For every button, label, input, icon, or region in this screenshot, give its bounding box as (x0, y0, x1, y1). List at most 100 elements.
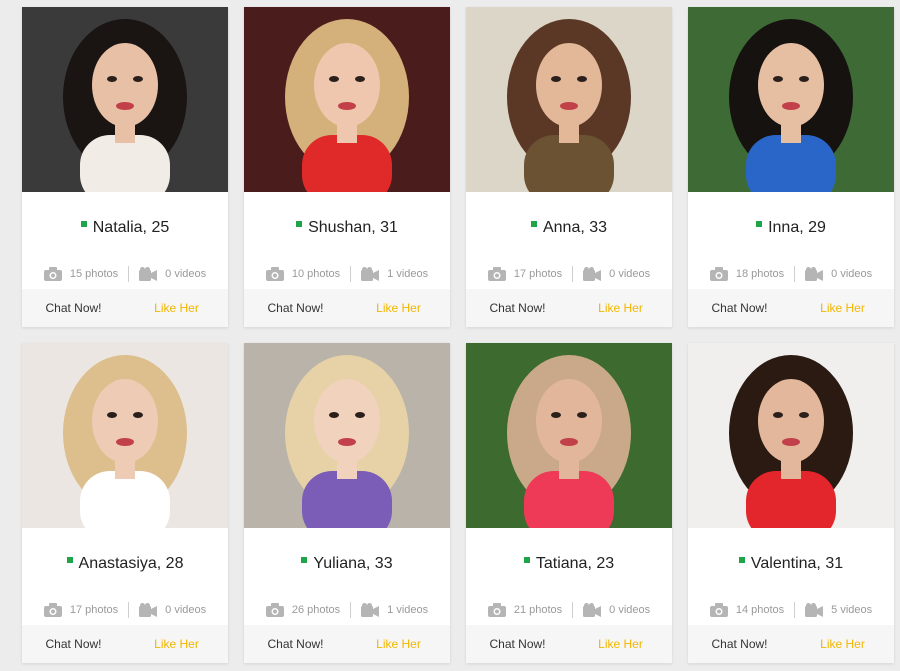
photos-count[interactable]: 18 photos (709, 267, 785, 281)
chat-now-button[interactable]: Chat Now! (688, 637, 791, 651)
profile-name-row: Anna, 33 (466, 192, 672, 264)
chat-now-button[interactable]: Chat Now! (244, 637, 347, 651)
profile-photo-art (244, 343, 450, 528)
videos-count[interactable]: 0 videos (139, 267, 206, 281)
videos-count[interactable]: 1 videos (361, 267, 428, 281)
photos-count-label: 17 photos (513, 268, 563, 280)
profile-photo[interactable] (22, 343, 228, 528)
videos-count[interactable]: 0 videos (583, 267, 650, 281)
videos-count[interactable]: 0 videos (583, 603, 650, 617)
card-actions: Chat Now! Like Her (22, 625, 228, 663)
like-her-button[interactable]: Like Her (125, 301, 228, 315)
profile-photo[interactable] (466, 7, 672, 192)
online-status-dot (80, 221, 87, 227)
profile-card[interactable]: Valentina, 31 14 photos 5 videos Chat No… (688, 343, 894, 663)
profile-photo-art (466, 343, 672, 528)
photos-count-label: 18 photos (735, 268, 785, 280)
like-her-button[interactable]: Like Her (347, 301, 450, 315)
photos-count[interactable]: 10 photos (265, 267, 341, 281)
chat-now-button[interactable]: Chat Now! (22, 637, 125, 651)
online-status-dot (66, 557, 73, 563)
photos-count-label: 26 photos (291, 604, 341, 616)
profile-photo[interactable] (688, 343, 894, 528)
chat-now-button[interactable]: Chat Now! (22, 301, 125, 315)
profile-card[interactable]: Anastasiya, 28 17 photos 0 videos Chat N… (22, 343, 228, 663)
profile-name-row: Tatiana, 23 (466, 528, 672, 600)
profile-card[interactable]: Natalia, 25 15 photos 0 videos Chat Now!… (22, 7, 228, 327)
profile-name-age[interactable]: Inna, 29 (768, 219, 826, 237)
profile-card[interactable]: Inna, 29 18 photos 0 videos Chat Now! Li… (688, 7, 894, 327)
camera-icon (43, 603, 62, 617)
profile-card[interactable]: Yuliana, 33 26 photos 1 videos Chat Now!… (244, 343, 450, 663)
videos-count[interactable]: 1 videos (361, 603, 428, 617)
profile-name-age[interactable]: Anna, 33 (543, 219, 607, 237)
profile-name-age[interactable]: Natalia, 25 (93, 219, 170, 237)
photos-count[interactable]: 15 photos (43, 267, 118, 281)
like-her-button[interactable]: Like Her (569, 301, 672, 315)
photos-count[interactable]: 26 photos (265, 603, 341, 617)
camera-icon (43, 267, 62, 281)
profile-name-age[interactable]: Tatiana, 23 (536, 555, 614, 573)
camera-icon (265, 267, 284, 281)
photos-count[interactable]: 14 photos (709, 603, 785, 617)
profile-photo-art (22, 343, 228, 528)
card-actions: Chat Now! Like Her (244, 625, 450, 663)
profiles-grid: Natalia, 25 15 photos 0 videos Chat Now!… (0, 0, 900, 671)
profile-name-row: Yuliana, 33 (244, 528, 450, 600)
profile-media-stats: 21 photos 0 videos (466, 600, 672, 620)
profile-photo[interactable] (244, 343, 450, 528)
profile-card[interactable]: Tatiana, 23 21 photos 0 videos Chat Now!… (466, 343, 672, 663)
profile-name-age[interactable]: Valentina, 31 (751, 555, 843, 573)
video-camera-icon (361, 603, 380, 617)
profile-media-stats: 17 photos 0 videos (466, 264, 672, 284)
like-her-button[interactable]: Like Her (125, 637, 228, 651)
online-status-dot (301, 557, 308, 563)
photos-count[interactable]: 17 photos (43, 603, 118, 617)
profile-photo[interactable] (244, 7, 450, 192)
video-camera-icon (583, 267, 602, 281)
videos-count-label: 0 videos (609, 604, 651, 616)
like-her-button[interactable]: Like Her (791, 637, 894, 651)
online-status-dot (530, 221, 537, 227)
stats-divider (128, 602, 130, 618)
videos-count[interactable]: 0 videos (139, 603, 206, 617)
chat-now-button[interactable]: Chat Now! (688, 301, 791, 315)
profile-name-age[interactable]: Shushan, 31 (308, 219, 398, 237)
chat-now-button[interactable]: Chat Now! (466, 301, 569, 315)
videos-count-label: 0 videos (165, 604, 207, 616)
card-actions: Chat Now! Like Her (688, 625, 894, 663)
profile-name-row: Natalia, 25 (22, 192, 228, 264)
photos-count-label: 14 photos (735, 604, 785, 616)
stats-divider (572, 602, 574, 618)
video-camera-icon (805, 603, 824, 617)
chat-now-button[interactable]: Chat Now! (244, 301, 347, 315)
profile-photo[interactable] (22, 7, 228, 192)
profile-media-stats: 17 photos 0 videos (22, 600, 228, 620)
videos-count[interactable]: 0 videos (805, 267, 872, 281)
photos-count-label: 21 photos (513, 604, 563, 616)
like-her-button[interactable]: Like Her (791, 301, 894, 315)
camera-icon (487, 267, 506, 281)
chat-now-button[interactable]: Chat Now! (466, 637, 569, 651)
like-her-button[interactable]: Like Her (347, 637, 450, 651)
profile-card[interactable]: Shushan, 31 10 photos 1 videos Chat Now!… (244, 7, 450, 327)
camera-icon (709, 603, 728, 617)
profile-photo-art (688, 7, 894, 192)
photos-count-label: 10 photos (291, 268, 341, 280)
card-actions: Chat Now! Like Her (244, 289, 450, 327)
profile-name-row: Inna, 29 (688, 192, 894, 264)
photos-count[interactable]: 21 photos (487, 603, 563, 617)
videos-count-label: 5 videos (831, 604, 873, 616)
profile-name-age[interactable]: Yuliana, 33 (313, 555, 392, 573)
photos-count[interactable]: 17 photos (487, 267, 563, 281)
profile-media-stats: 10 photos 1 videos (244, 264, 450, 284)
profile-name-age[interactable]: Anastasiya, 28 (79, 555, 184, 573)
like-her-button[interactable]: Like Her (569, 637, 672, 651)
profile-name-row: Anastasiya, 28 (22, 528, 228, 600)
videos-count-label: 1 videos (387, 268, 429, 280)
profile-photo[interactable] (466, 343, 672, 528)
profile-photo[interactable] (688, 7, 894, 192)
videos-count[interactable]: 5 videos (805, 603, 872, 617)
online-status-dot (756, 221, 763, 227)
profile-card[interactable]: Anna, 33 17 photos 0 videos Chat Now! Li… (466, 7, 672, 327)
